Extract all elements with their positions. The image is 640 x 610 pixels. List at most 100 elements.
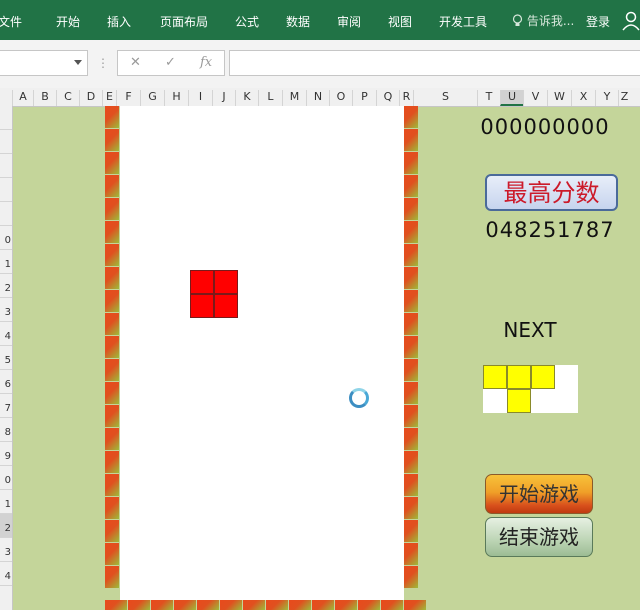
row-header[interactable] [0,202,12,226]
name-box[interactable] [0,50,88,76]
row-header[interactable] [0,178,12,202]
row-number: 0 [4,475,11,486]
column-header[interactable]: U [500,90,523,106]
start-game-button[interactable]: 开始游戏 [485,474,593,514]
wall-tile [105,313,119,336]
row-header[interactable] [0,154,12,178]
wall-tile [105,520,119,543]
tab-home[interactable]: 开始 [56,13,80,30]
lightbulb-icon [512,14,523,26]
column-header[interactable]: V [523,90,547,106]
insert-function-icon[interactable]: fx [200,55,212,70]
row-header[interactable]: 8 [0,418,12,442]
tab-insert[interactable]: 插入 [107,13,131,30]
wall-tile [404,520,418,543]
login-link[interactable]: 登录 [586,13,610,30]
row-header[interactable]: 0 [0,466,12,490]
column-header[interactable]: F [116,90,140,106]
row-number: 2 [4,283,11,294]
column-header[interactable]: Y [595,90,618,106]
row-number: 9 [4,451,11,462]
tab-page-layout[interactable]: 页面布局 [160,13,208,30]
chevron-down-icon[interactable] [74,60,82,65]
best-score-value: 048251787 [485,218,615,242]
wall-tile [404,244,418,267]
column-header[interactable]: R [399,90,413,106]
row-header[interactable]: 7 [0,394,12,418]
formula-buttons: ✕ ✓ fx [117,50,225,76]
enter-icon[interactable]: ✓ [165,55,176,70]
wall-tile [404,359,418,382]
next-piece-block [531,365,555,389]
column-header[interactable]: B [33,90,56,106]
row-number: 8 [4,427,11,438]
row-header[interactable]: 0 [0,226,12,250]
column-header[interactable]: T [477,90,500,106]
column-header[interactable]: H [164,90,188,106]
column-header[interactable]: L [258,90,282,106]
wall-tile [220,600,243,610]
wall-tile [404,336,418,359]
row-header[interactable]: 2 [0,274,12,298]
playfield-right-wall [404,106,418,610]
wall-tile [404,600,427,610]
row-header[interactable]: 1 [0,250,12,274]
wall-tile [289,600,312,610]
column-header[interactable]: A [12,90,33,106]
row-header[interactable]: 3 [0,298,12,322]
next-piece-preview [483,365,578,413]
user-icon[interactable] [622,10,640,32]
column-headers: ABCDEFGHIJKLMNOPQRSTUVWXYZ [0,88,640,107]
row-number: 1 [4,259,11,270]
column-header[interactable]: N [306,90,329,106]
column-header[interactable]: K [235,90,258,106]
row-header[interactable]: 1 [0,490,12,514]
wall-tile [243,600,266,610]
column-header[interactable]: Q [376,90,399,106]
tab-review[interactable]: 审阅 [337,13,361,30]
tab-view[interactable]: 视图 [388,13,412,30]
column-header[interactable]: S [413,90,477,106]
row-header[interactable]: 3 [0,538,12,562]
column-header[interactable]: P [352,90,376,106]
row-header[interactable]: 5 [0,346,12,370]
cancel-icon[interactable]: ✕ [130,55,141,70]
falling-piece [190,270,238,318]
column-header[interactable]: J [212,90,235,106]
column-header[interactable]: X [571,90,595,106]
wall-tile [105,428,119,451]
column-header[interactable]: W [547,90,571,106]
column-header[interactable]: O [329,90,352,106]
tab-file[interactable]: 文件 [0,13,22,30]
tab-developer[interactable]: 开发工具 [439,13,487,30]
row-header[interactable]: 9 [0,442,12,466]
wall-tile [105,405,119,428]
row-header[interactable] [0,106,12,130]
row-number: 5 [4,355,11,366]
piece-block [214,270,238,294]
best-score-button[interactable]: 最高分数 [485,174,618,211]
row-header[interactable]: 6 [0,370,12,394]
tab-formulas[interactable]: 公式 [235,13,259,30]
row-header[interactable] [0,130,12,154]
end-game-button[interactable]: 结束游戏 [485,517,593,557]
column-header[interactable]: Z [618,90,630,106]
tab-data[interactable]: 数据 [286,13,310,30]
column-header[interactable]: E [102,90,116,106]
column-header[interactable]: C [56,90,79,106]
row-header[interactable]: 4 [0,562,12,586]
row-header[interactable]: 2 [0,514,12,538]
row-header[interactable]: 4 [0,322,12,346]
playfield-left-wall [105,106,119,610]
loading-spinner-icon [349,388,369,408]
tell-me-search[interactable]: 告诉我... [512,12,574,29]
piece-block [214,294,238,318]
splitter-dots-icon[interactable]: ⋮ [97,56,109,70]
column-header[interactable]: I [188,90,212,106]
wall-tile [105,267,119,290]
formula-input[interactable] [229,50,640,76]
column-header[interactable]: G [140,90,164,106]
wall-tile [404,290,418,313]
column-header[interactable]: M [282,90,306,106]
column-header[interactable]: D [79,90,102,106]
